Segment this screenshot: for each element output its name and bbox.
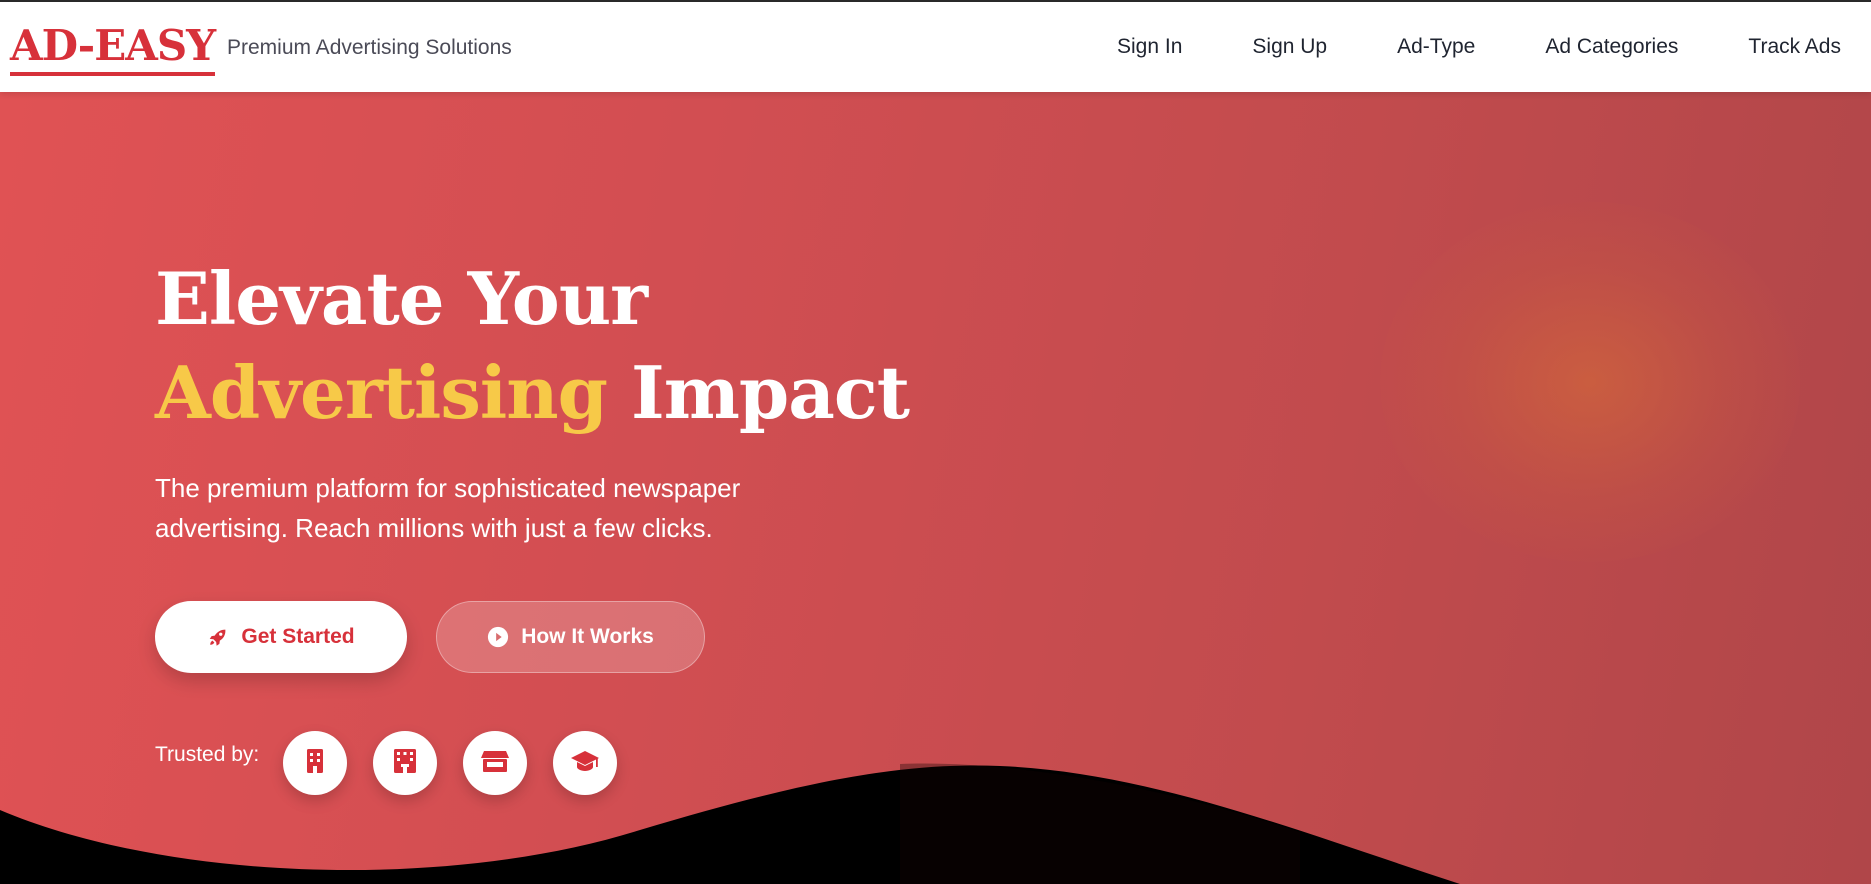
trusted-label: Trusted by:	[155, 743, 260, 766]
how-it-works-button[interactable]: How It Works	[436, 601, 705, 673]
how-it-works-label: How It Works	[521, 625, 654, 648]
trusted-logo-education	[553, 731, 617, 795]
nav-links: Sign In Sign Up Ad-Type Ad Categories Tr…	[1047, 2, 1841, 92]
brand-tagline: Premium Advertising Solutions	[227, 36, 512, 59]
trusted-logo-building	[283, 731, 347, 795]
building-icon	[303, 748, 327, 778]
hero-headline: Elevate Your Advertising Impact	[155, 252, 910, 440]
get-started-label: Get Started	[241, 625, 355, 648]
nav-ad-categories[interactable]: Ad Categories	[1545, 35, 1678, 59]
nav-sign-up[interactable]: Sign Up	[1252, 35, 1327, 59]
hero-section: Elevate Your Advertising Impact The prem…	[0, 92, 1871, 884]
rocket-icon	[207, 626, 229, 648]
store-icon	[481, 749, 509, 777]
headline-rest: Impact	[606, 350, 910, 435]
hotel-icon	[392, 748, 418, 778]
nav-sign-in[interactable]: Sign In	[1117, 35, 1182, 59]
navbar: AD-EASY Premium Advertising Solutions Si…	[0, 2, 1871, 92]
hero-glow	[1380, 202, 1800, 562]
trusted-logo-store	[463, 731, 527, 795]
nav-ad-type[interactable]: Ad-Type	[1397, 35, 1475, 59]
get-started-button[interactable]: Get Started	[155, 601, 407, 673]
hero-subtitle: The premium platform for sophisticated n…	[155, 473, 741, 543]
nav-track-ads[interactable]: Track Ads	[1748, 35, 1841, 59]
brand-logo[interactable]: AD-EASY	[10, 22, 216, 76]
brand[interactable]: AD-EASY Premium Advertising Solutions	[10, 22, 512, 76]
graduation-cap-icon	[570, 749, 600, 777]
headline-line1: Elevate Your	[155, 256, 648, 341]
play-circle-icon	[487, 626, 509, 648]
headline-accent: Advertising	[155, 350, 608, 435]
trusted-logo-hotel	[373, 731, 437, 795]
